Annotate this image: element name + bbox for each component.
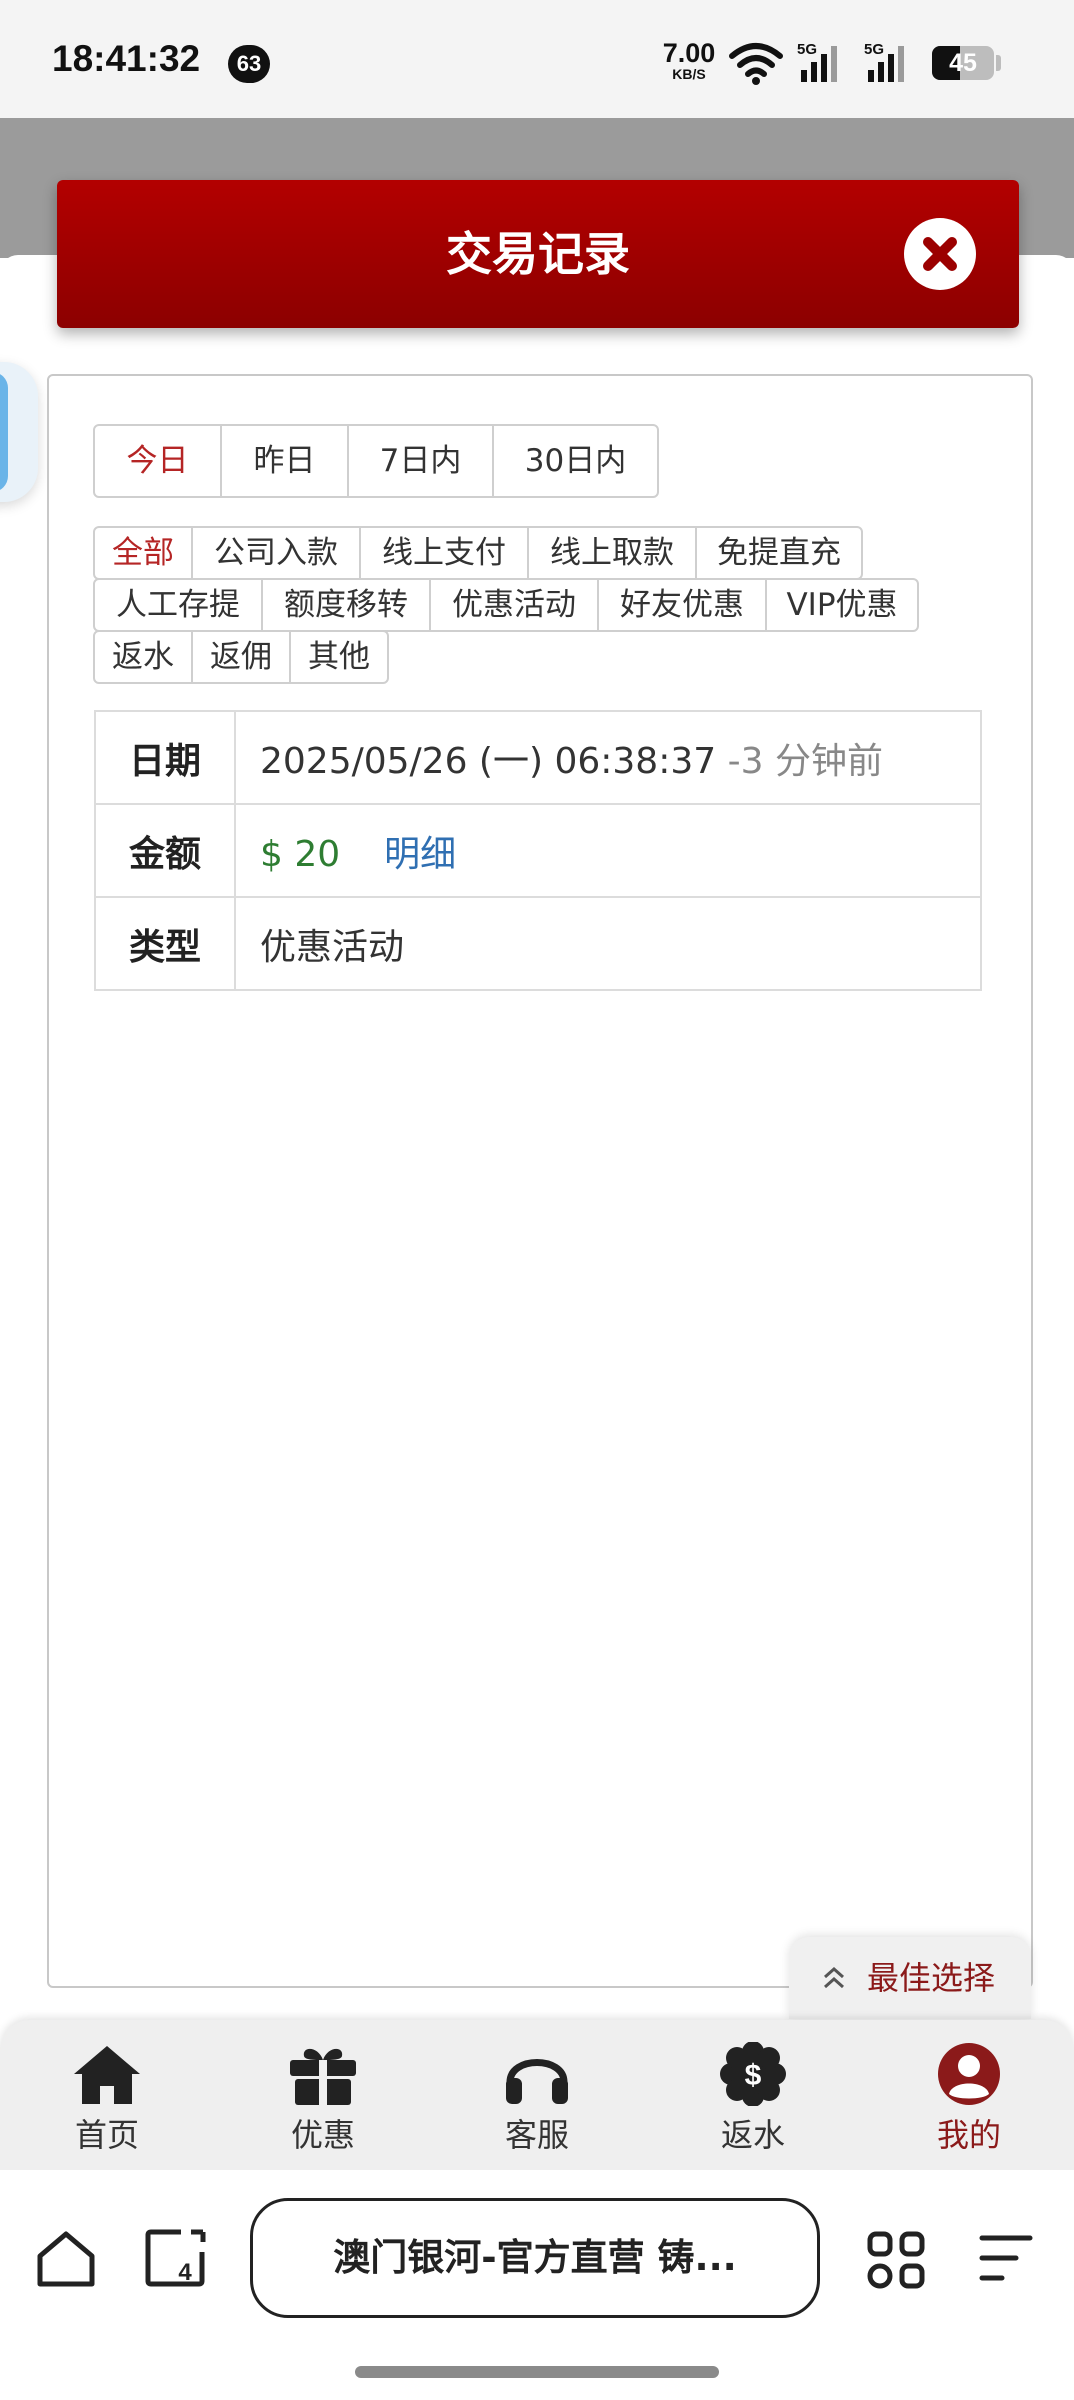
nav-item-home[interactable]: 首页	[37, 2020, 177, 2170]
modal-header: 交易记录	[57, 180, 1019, 328]
battery-icon: 45	[932, 46, 994, 80]
signal-5g-icon-2: 5G	[862, 40, 910, 90]
type-tag-rebate[interactable]: 返水	[95, 632, 193, 682]
tab-7-days[interactable]: 7日内	[349, 426, 494, 496]
status-bar: 18:41:32 63 7.00 KB/S 5G 5G 45	[0, 0, 1074, 118]
type-tag-transfer[interactable]: 额度移转	[263, 580, 431, 630]
browser-tab-count: 4	[178, 2259, 192, 2286]
amount-value: $ 20	[260, 833, 341, 875]
notification-count-badge: 63	[228, 45, 270, 83]
url-bar[interactable]: 澳门银河-官方直营 铸...	[250, 2198, 820, 2318]
amount-cell: $ 20 明细	[234, 803, 982, 898]
detail-link[interactable]: 明细	[384, 834, 456, 875]
type-filter-row-2: 人工存提 额度移转 优惠活动 好友优惠 VIP优惠	[93, 578, 919, 632]
tab-30-days[interactable]: 30日内	[494, 426, 657, 496]
amount-label: 金额	[94, 803, 236, 898]
svg-text:5G: 5G	[864, 41, 884, 58]
svg-text:5G: 5G	[797, 41, 817, 58]
nav-item-support[interactable]: 客服	[467, 2020, 607, 2170]
date-filter-tabs: 今日 昨日 7日内 30日内	[93, 424, 659, 498]
table-row-amount: 金额 $ 20 明细	[94, 803, 982, 898]
type-tag-manual[interactable]: 人工存提	[95, 580, 263, 630]
type-label: 类型	[94, 896, 236, 991]
tab-today[interactable]: 今日	[95, 426, 222, 496]
table-row-type: 类型 优惠活动	[94, 896, 982, 991]
network-speed-unit: KB/S	[672, 66, 706, 82]
nav-label-rebate: 返水	[720, 2116, 785, 2154]
date-cell: 2025/05/26 (一) 06:38:37 -3 分钟前	[234, 710, 982, 805]
type-filter-row-1: 全部 公司入款 线上支付 线上取款 免提直充	[93, 526, 863, 580]
type-tag-other[interactable]: 其他	[291, 632, 387, 682]
date-label: 日期	[94, 710, 236, 805]
wifi-icon	[728, 40, 784, 90]
gift-icon	[290, 2048, 356, 2105]
side-float-tab[interactable]	[0, 362, 38, 502]
battery-tip	[996, 55, 1001, 71]
modal-title: 交易记录	[446, 227, 630, 281]
type-tag-all[interactable]: 全部	[95, 528, 193, 578]
type-tag-vip-bonus[interactable]: VIP优惠	[767, 580, 917, 630]
best-choice-button[interactable]: 最佳选择	[789, 1937, 1031, 2019]
type-tag-company-deposit[interactable]: 公司入款	[193, 528, 361, 578]
apps-grid-icon[interactable]	[866, 2230, 926, 2294]
double-chevron-up-icon	[824, 1966, 844, 1989]
date-value: 2025/05/26 (一) 06:38:37	[260, 740, 717, 782]
date-ago: -3 分钟前	[727, 740, 883, 782]
nav-label-home: 首页	[74, 2116, 139, 2154]
side-float-tab-handle	[0, 372, 8, 492]
tab-yesterday[interactable]: 昨日	[222, 426, 349, 496]
network-speed: 7.00 KB/S	[660, 38, 718, 82]
type-tag-commission[interactable]: 返佣	[193, 632, 291, 682]
svg-text:$: $	[745, 2059, 762, 2092]
menu-icon[interactable]	[978, 2232, 1034, 2288]
type-tag-promotion[interactable]: 优惠活动	[431, 580, 599, 630]
signal-5g-icon: 5G	[795, 40, 843, 90]
user-icon	[938, 2043, 1000, 2105]
close-button[interactable]	[904, 218, 976, 290]
type-tag-online-payment[interactable]: 线上支付	[361, 528, 529, 578]
browser-tabs-icon[interactable]: 4	[145, 2228, 207, 2292]
close-icon	[923, 237, 957, 271]
nav-item-mine[interactable]: 我的	[899, 2020, 1039, 2170]
transaction-content: 今日 昨日 7日内 30日内 全部 公司入款 线上支付 线上取款 免提直充 人工…	[47, 374, 1033, 1988]
nav-label-support: 客服	[504, 2116, 569, 2154]
nav-item-rebate[interactable]: $ 返水	[683, 2020, 823, 2170]
type-tag-friend-bonus[interactable]: 好友优惠	[599, 580, 767, 630]
home-icon	[74, 2046, 140, 2104]
type-value: 优惠活动	[234, 896, 982, 991]
browser-home-icon[interactable]	[36, 2230, 96, 2292]
type-filter-row-3: 返水 返佣 其他	[93, 630, 389, 684]
nav-label-mine: 我的	[936, 2116, 1001, 2154]
network-speed-value: 7.00	[662, 38, 716, 68]
bottom-nav: 首页 优惠 客服 $ 返水 我的	[0, 2020, 1074, 2170]
nav-label-promotions: 优惠	[290, 2116, 355, 2154]
headset-icon	[506, 2059, 568, 2104]
home-indicator[interactable]	[355, 2366, 719, 2378]
type-tag-online-withdrawal[interactable]: 线上取款	[529, 528, 697, 578]
battery-level: 45	[949, 49, 977, 77]
transaction-detail-table: 日期 2025/05/26 (一) 06:38:37 -3 分钟前 金额 $ 2…	[94, 710, 982, 991]
best-choice-label: 最佳选择	[867, 1959, 996, 1997]
dollar-badge-icon: $	[720, 2042, 786, 2106]
nav-item-promotions[interactable]: 优惠	[253, 2020, 393, 2170]
table-row-date: 日期 2025/05/26 (一) 06:38:37 -3 分钟前	[94, 710, 982, 805]
type-tag-direct-recharge[interactable]: 免提直充	[697, 528, 861, 578]
status-time: 18:41:32	[52, 38, 201, 79]
